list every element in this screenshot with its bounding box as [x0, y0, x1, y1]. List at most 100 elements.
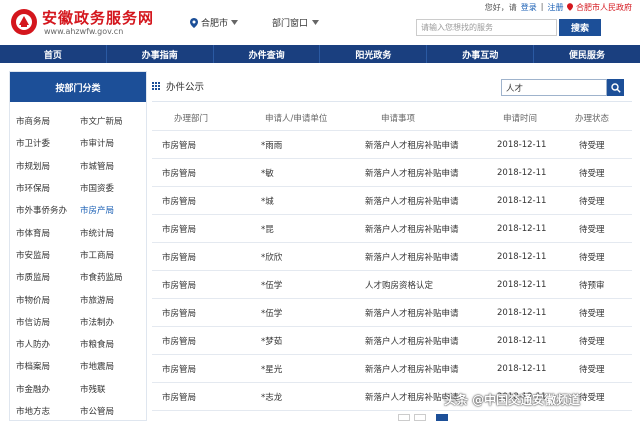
pager-button-active[interactable] [436, 414, 448, 421]
dept-link[interactable]: 市体育局 [16, 227, 80, 239]
dept-link[interactable]: 市法制办 [80, 316, 144, 328]
search-input[interactable]: 请输入您想找的服务 [416, 19, 557, 36]
col-header-status: 办理状态 [575, 113, 610, 124]
dept-link[interactable]: 市金融办 [16, 383, 80, 395]
city-label: 合肥市 [201, 19, 229, 29]
cell-status: 待受理 [579, 168, 605, 179]
cell-status: 待受理 [579, 196, 605, 207]
grid-dots-icon [152, 82, 160, 90]
dept-window-selector[interactable]: 部门窗口 [272, 16, 320, 29]
dept-link[interactable]: 市卫计委 [16, 137, 80, 149]
table-row[interactable]: 市房管局 *伍学 人才购房资格认定 2018-12-11 待预审 [152, 271, 632, 299]
dept-link-active[interactable]: 市房产局 [80, 204, 144, 216]
search-button[interactable]: 搜索 [559, 19, 601, 36]
cell-date: 2018-12-11 [497, 223, 547, 234]
nav-case-query[interactable]: 办件查询 [214, 45, 321, 63]
filter-input[interactable]: 人才 [501, 79, 607, 96]
logo-icon[interactable] [10, 8, 38, 36]
dept-link[interactable]: 市残联 [80, 383, 144, 395]
cell-date: 2018-12-11 [497, 335, 547, 346]
cell-item: 新落户人才租房补贴申请 [365, 336, 459, 347]
location-pin-icon [567, 3, 574, 11]
cell-applicant: *城 [261, 196, 274, 207]
cell-status: 待受理 [579, 224, 605, 235]
cell-item: 新落户人才租房补贴申请 [365, 196, 459, 207]
table-row[interactable]: 市房管局 *星光 新落户人才租房补贴申请 2018-12-11 待受理 [152, 355, 632, 383]
login-link[interactable]: 登录 [521, 2, 537, 13]
table-row[interactable]: 市房管局 *敏 新落户人才租房补贴申请 2018-12-11 待受理 [152, 159, 632, 187]
pager-button[interactable] [398, 414, 410, 421]
greeting-text: 您好，请 [484, 3, 517, 12]
gov-link[interactable]: 合肥市人民政府 [567, 2, 632, 13]
dept-link[interactable]: 市城管局 [80, 160, 144, 172]
separator: | [540, 2, 544, 11]
dept-link[interactable]: 市公管局 [80, 405, 144, 417]
pager-button[interactable] [414, 414, 426, 421]
list-item: 市环保局 市国资委 [16, 177, 144, 199]
filter-search-button[interactable] [607, 79, 624, 96]
dept-link[interactable]: 市物价局 [16, 294, 80, 306]
dept-link[interactable]: 市质监局 [16, 271, 80, 283]
cell-dept: 市房管局 [162, 168, 197, 179]
dept-link[interactable]: 市环保局 [16, 182, 80, 194]
cell-dept: 市房管局 [162, 336, 197, 347]
dept-link[interactable]: 市旅游局 [80, 294, 144, 306]
dept-link[interactable]: 市地震局 [80, 360, 144, 372]
dept-link[interactable]: 市人防办 [16, 338, 80, 350]
col-header-dept: 办理部门 [174, 113, 209, 124]
table-row[interactable]: 市房管局 *城 新落户人才租房补贴申请 2018-12-11 待受理 [152, 187, 632, 215]
city-selector[interactable]: 合肥市 [190, 16, 239, 29]
cell-applicant: *梦茹 [261, 336, 283, 347]
dept-link[interactable]: 市文广新局 [80, 115, 144, 127]
dept-link[interactable]: 市审计局 [80, 137, 144, 149]
table-row[interactable]: 市房管局 *欣欣 新落户人才租房补贴申请 2018-12-11 待受理 [152, 243, 632, 271]
table-row[interactable]: 市房管局 *雨雨 新落户人才租房补贴申请 2018-12-11 待受理 [152, 131, 632, 159]
dept-link[interactable]: 市档案局 [16, 360, 80, 372]
list-item: 市卫计委 市审计局 [16, 132, 144, 154]
dept-link[interactable]: 市信访局 [16, 316, 80, 328]
nav-guide[interactable]: 办事指南 [107, 45, 214, 63]
list-item: 市体育局 市统计局 [16, 221, 144, 243]
table-row[interactable]: 市房管局 *梦茹 新落户人才租房补贴申请 2018-12-11 待受理 [152, 327, 632, 355]
cell-item: 新落户人才租房补贴申请 [365, 168, 459, 179]
dept-list: 市商务局 市文广新局 市卫计委 市审计局 市规划局 市城管局 市环保局 市国资委… [16, 110, 144, 420]
cell-item: 新落户人才租房补贴申请 [365, 364, 459, 375]
dept-link[interactable]: 市外事侨务办 [16, 204, 80, 216]
cell-applicant: *欣欣 [261, 252, 283, 263]
dept-link[interactable]: 市国资委 [80, 182, 144, 194]
case-table: 办理部门 申请人/申请单位 申请事项 申请时间 办理状态 市房管局 *雨雨 新落… [152, 105, 632, 411]
site-url: www.ahzwfw.gov.cn [44, 27, 124, 36]
list-item: 市规划局 市城管局 [16, 155, 144, 177]
panel-title: 办件公示 [166, 82, 205, 93]
list-item: 市人防办 市粮食局 [16, 333, 144, 355]
nav-interaction[interactable]: 办事互动 [427, 45, 535, 63]
nav-home[interactable]: 首页 [0, 45, 107, 63]
cell-item: 人才购房资格认定 [365, 280, 434, 291]
cell-status: 待受理 [579, 252, 605, 263]
dept-link[interactable]: 市规划局 [16, 160, 80, 172]
search-icon [610, 82, 621, 93]
site-title[interactable]: 安徽政务服务网 [42, 7, 154, 28]
chevron-down-icon [312, 20, 320, 25]
table-row[interactable]: 市房管局 *昆 新落户人才租房补贴申请 2018-12-11 待受理 [152, 215, 632, 243]
dept-link[interactable]: 市粮食局 [80, 338, 144, 350]
cell-dept: 市房管局 [162, 392, 197, 403]
dept-link[interactable]: 市工商局 [80, 249, 144, 261]
dept-link[interactable]: 市地方志 [16, 405, 80, 417]
table-row[interactable]: 市房管局 *伍学 新落户人才租房补贴申请 2018-12-11 待受理 [152, 299, 632, 327]
main-nav: 首页 办事指南 办件查询 阳光政务 办事互动 便民服务 [0, 45, 640, 63]
dept-link[interactable]: 市安监局 [16, 249, 80, 261]
filter-value: 人才 [506, 83, 524, 94]
register-link[interactable]: 注册 [547, 2, 563, 13]
nav-services[interactable]: 便民服务 [534, 45, 640, 63]
list-item: 市金融办 市残联 [16, 378, 144, 400]
cell-applicant: *星光 [261, 364, 283, 375]
cell-applicant: *昆 [261, 224, 274, 235]
cell-dept: 市房管局 [162, 308, 197, 319]
cell-item: 新落户人才租房补贴申请 [365, 224, 459, 235]
dept-link[interactable]: 市统计局 [80, 227, 144, 239]
panel-header: 办件公示 [152, 79, 204, 93]
dept-link[interactable]: 市食药监局 [80, 271, 144, 283]
nav-open-gov[interactable]: 阳光政务 [320, 45, 428, 63]
dept-link[interactable]: 市商务局 [16, 115, 80, 127]
